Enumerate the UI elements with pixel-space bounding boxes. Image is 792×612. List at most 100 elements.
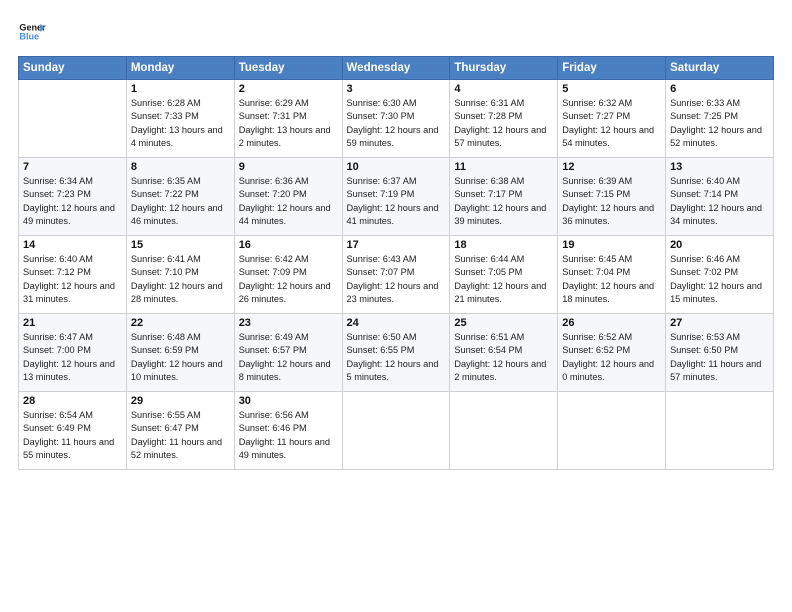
- sunset: Sunset: 7:07 PM: [347, 267, 415, 277]
- calendar-cell: 22Sunrise: 6:48 AMSunset: 6:59 PMDayligh…: [126, 314, 234, 392]
- calendar-cell: 1Sunrise: 6:28 AMSunset: 7:33 PMDaylight…: [126, 80, 234, 158]
- day-number: 30: [239, 395, 338, 407]
- calendar-cell: 25 Sunrise: 6:51 AMSunset: 6:54 PMDayligh…: [450, 314, 558, 392]
- day-info: Sunrise: 6:42 AMSunset: 7:09 PMDaylight:…: [239, 253, 338, 306]
- day-info: Sunrise: 6:51 AMSunset: 6:54 PMDaylight:…: [454, 331, 553, 384]
- day-number: 27: [670, 317, 769, 329]
- day-info: Sunrise: 6:54 AM Sunset: 6:49 PM Daylight:…: [23, 409, 122, 462]
- sunrise: Sunrise: 6:46 AM: [670, 254, 740, 264]
- sunset: Sunset: 7:17 PM: [454, 189, 522, 199]
- daylight: Daylight: 12 hours and 54 minutes.: [562, 125, 654, 148]
- daylight: Daylight: 12 hours and 57 minutes.: [454, 125, 546, 148]
- daylight: Daylight: 12 hours and 44 minutes.: [239, 203, 331, 226]
- col-header-monday: Monday: [126, 57, 234, 80]
- sunrise: Sunrise: 6:29 AM: [239, 98, 309, 108]
- sunset: Sunset: 6:55 PM: [347, 345, 415, 355]
- col-header-friday: Friday: [558, 57, 666, 80]
- daylight: Daylight: 12 hours and 31 minutes.: [23, 281, 115, 304]
- sunrise: Sunrise: 6:42 AM: [239, 254, 309, 264]
- sunset: Sunset: 6:49 PM: [23, 423, 91, 433]
- day-info: Sunrise: 6:41 AMSunset: 7:10 PMDaylight:…: [131, 253, 230, 306]
- day-info: Sunrise: 6:43 AMSunset: 7:07 PMDaylight:…: [347, 253, 446, 306]
- day-info: Sunrise: 6:30 AMSunset: 7:30 PMDaylight:…: [347, 97, 446, 150]
- calendar-cell: 2 Sunrise: 6:29 AM Sunset: 7:31 PM Daylight…: [234, 80, 342, 158]
- week-row-3: 14Sunrise: 6:40 AMSunset: 7:12 PMDayligh…: [19, 236, 774, 314]
- sunset: Sunset: 6:47 PM: [131, 423, 199, 433]
- daylight: Daylight: 12 hours and 13 minutes.: [23, 359, 115, 382]
- calendar-cell: [450, 392, 558, 470]
- daylight: Daylight: 12 hours and 59 minutes.: [347, 125, 439, 148]
- daylight: Daylight: 12 hours and 21 minutes.: [454, 281, 546, 304]
- day-number: 12: [562, 161, 661, 173]
- daylight: Daylight: 11 hours and 55 minutes.: [23, 437, 114, 460]
- daylight: Daylight: 12 hours and 8 minutes.: [239, 359, 331, 382]
- day-info: Sunrise: 6:50 AMSunset: 6:55 PMDaylight:…: [347, 331, 446, 384]
- sunrise: Sunrise: 6:48 AM: [131, 332, 201, 342]
- day-number: 6: [670, 83, 769, 95]
- day-number: 7: [23, 161, 122, 173]
- day-info: Sunrise: 6:32 AMSunset: 7:27 PMDaylight:…: [562, 97, 661, 150]
- day-info: Sunrise: 6:47 AMSunset: 7:00 PMDaylight:…: [23, 331, 122, 384]
- sunrise: Sunrise: 6:41 AM: [131, 254, 201, 264]
- calendar-cell: [342, 392, 450, 470]
- calendar-cell: 18 Sunrise: 6:44 AMSunset: 7:05 PMDayligh…: [450, 236, 558, 314]
- sunset: Sunset: 7:33 PM: [131, 111, 199, 121]
- calendar-cell: 12 Sunrise: 6:39 AMSunset: 7:15 PMDayligh…: [558, 158, 666, 236]
- logo: General Blue: [18, 18, 46, 46]
- day-number: 10: [347, 161, 446, 173]
- header-row: SundayMondayTuesdayWednesdayThursdayFrid…: [19, 57, 774, 80]
- sunset: Sunset: 6:57 PM: [239, 345, 307, 355]
- day-info: Sunrise: 6:29 AM Sunset: 7:31 PM Daylight:…: [239, 97, 338, 150]
- day-number: 9: [239, 161, 338, 173]
- day-info: Sunrise: 6:48 AMSunset: 6:59 PMDaylight:…: [131, 331, 230, 384]
- calendar-cell: 28 Sunrise: 6:54 AM Sunset: 6:49 PM Dayligh…: [19, 392, 127, 470]
- day-number: 29: [131, 395, 230, 407]
- day-number: 15: [131, 239, 230, 251]
- daylight: Daylight: 13 hours and 2 minutes.: [239, 125, 331, 148]
- sunrise: Sunrise: 6:43 AM: [347, 254, 417, 264]
- day-info: Sunrise: 6:52 AMSunset: 6:52 PMDaylight:…: [562, 331, 661, 384]
- sunset: Sunset: 6:52 PM: [562, 345, 630, 355]
- day-info: Sunrise: 6:44 AMSunset: 7:05 PMDaylight:…: [454, 253, 553, 306]
- calendar-cell: 9Sunrise: 6:36 AMSunset: 7:20 PMDaylight…: [234, 158, 342, 236]
- sunrise: Sunrise: 6:30 AM: [347, 98, 417, 108]
- page: General Blue SundayMondayTuesdayWednesda…: [0, 0, 792, 612]
- svg-text:Blue: Blue: [19, 32, 39, 42]
- day-info: Sunrise: 6:39 AMSunset: 7:15 PMDaylight:…: [562, 175, 661, 228]
- day-info: Sunrise: 6:55 AMSunset: 6:47 PMDaylight:…: [131, 409, 230, 462]
- sunset: Sunset: 7:22 PM: [131, 189, 199, 199]
- sunset: Sunset: 7:14 PM: [670, 189, 738, 199]
- sunrise: Sunrise: 6:34 AM: [23, 176, 93, 186]
- daylight: Daylight: 12 hours and 2 minutes.: [454, 359, 546, 382]
- calendar-cell: 11Sunrise: 6:38 AMSunset: 7:17 PMDayligh…: [450, 158, 558, 236]
- sunset: Sunset: 7:00 PM: [23, 345, 91, 355]
- calendar-cell: 20Sunrise: 6:46 AMSunset: 7:02 PMDayligh…: [666, 236, 774, 314]
- day-info: Sunrise: 6:38 AMSunset: 7:17 PMDaylight:…: [454, 175, 553, 228]
- day-number: 2: [239, 83, 338, 95]
- sunrise: Sunrise: 6:54 AM: [23, 410, 93, 420]
- sunset: Sunset: 7:02 PM: [670, 267, 738, 277]
- sunset: Sunset: 6:59 PM: [131, 345, 199, 355]
- calendar-cell: 8Sunrise: 6:35 AMSunset: 7:22 PMDaylight…: [126, 158, 234, 236]
- sunset: Sunset: 7:28 PM: [454, 111, 522, 121]
- sunrise: Sunrise: 6:32 AM: [562, 98, 632, 108]
- day-number: 28: [23, 395, 122, 407]
- calendar-cell: 16 Sunrise: 6:42 AMSunset: 7:09 PMDayligh…: [234, 236, 342, 314]
- calendar-cell: 15 Sunrise: 6:41 AMSunset: 7:10 PMDayligh…: [126, 236, 234, 314]
- sunrise: Sunrise: 6:52 AM: [562, 332, 632, 342]
- sunrise: Sunrise: 6:51 AM: [454, 332, 524, 342]
- day-number: 25: [454, 317, 553, 329]
- day-info: Sunrise: 6:28 AMSunset: 7:33 PMDaylight:…: [131, 97, 230, 150]
- daylight: Daylight: 12 hours and 36 minutes.: [562, 203, 654, 226]
- calendar-cell: 13Sunrise: 6:40 AMSunset: 7:14 PMDayligh…: [666, 158, 774, 236]
- sunset: Sunset: 7:31 PM: [239, 111, 307, 121]
- daylight: Daylight: 12 hours and 41 minutes.: [347, 203, 439, 226]
- daylight: Daylight: 12 hours and 49 minutes.: [23, 203, 115, 226]
- daylight: Daylight: 12 hours and 28 minutes.: [131, 281, 223, 304]
- day-number: 16: [239, 239, 338, 251]
- sunrise: Sunrise: 6:56 AM: [239, 410, 309, 420]
- day-number: 18: [454, 239, 553, 251]
- sunset: Sunset: 7:04 PM: [562, 267, 630, 277]
- sunset: Sunset: 7:25 PM: [670, 111, 738, 121]
- logo-icon: General Blue: [18, 18, 46, 46]
